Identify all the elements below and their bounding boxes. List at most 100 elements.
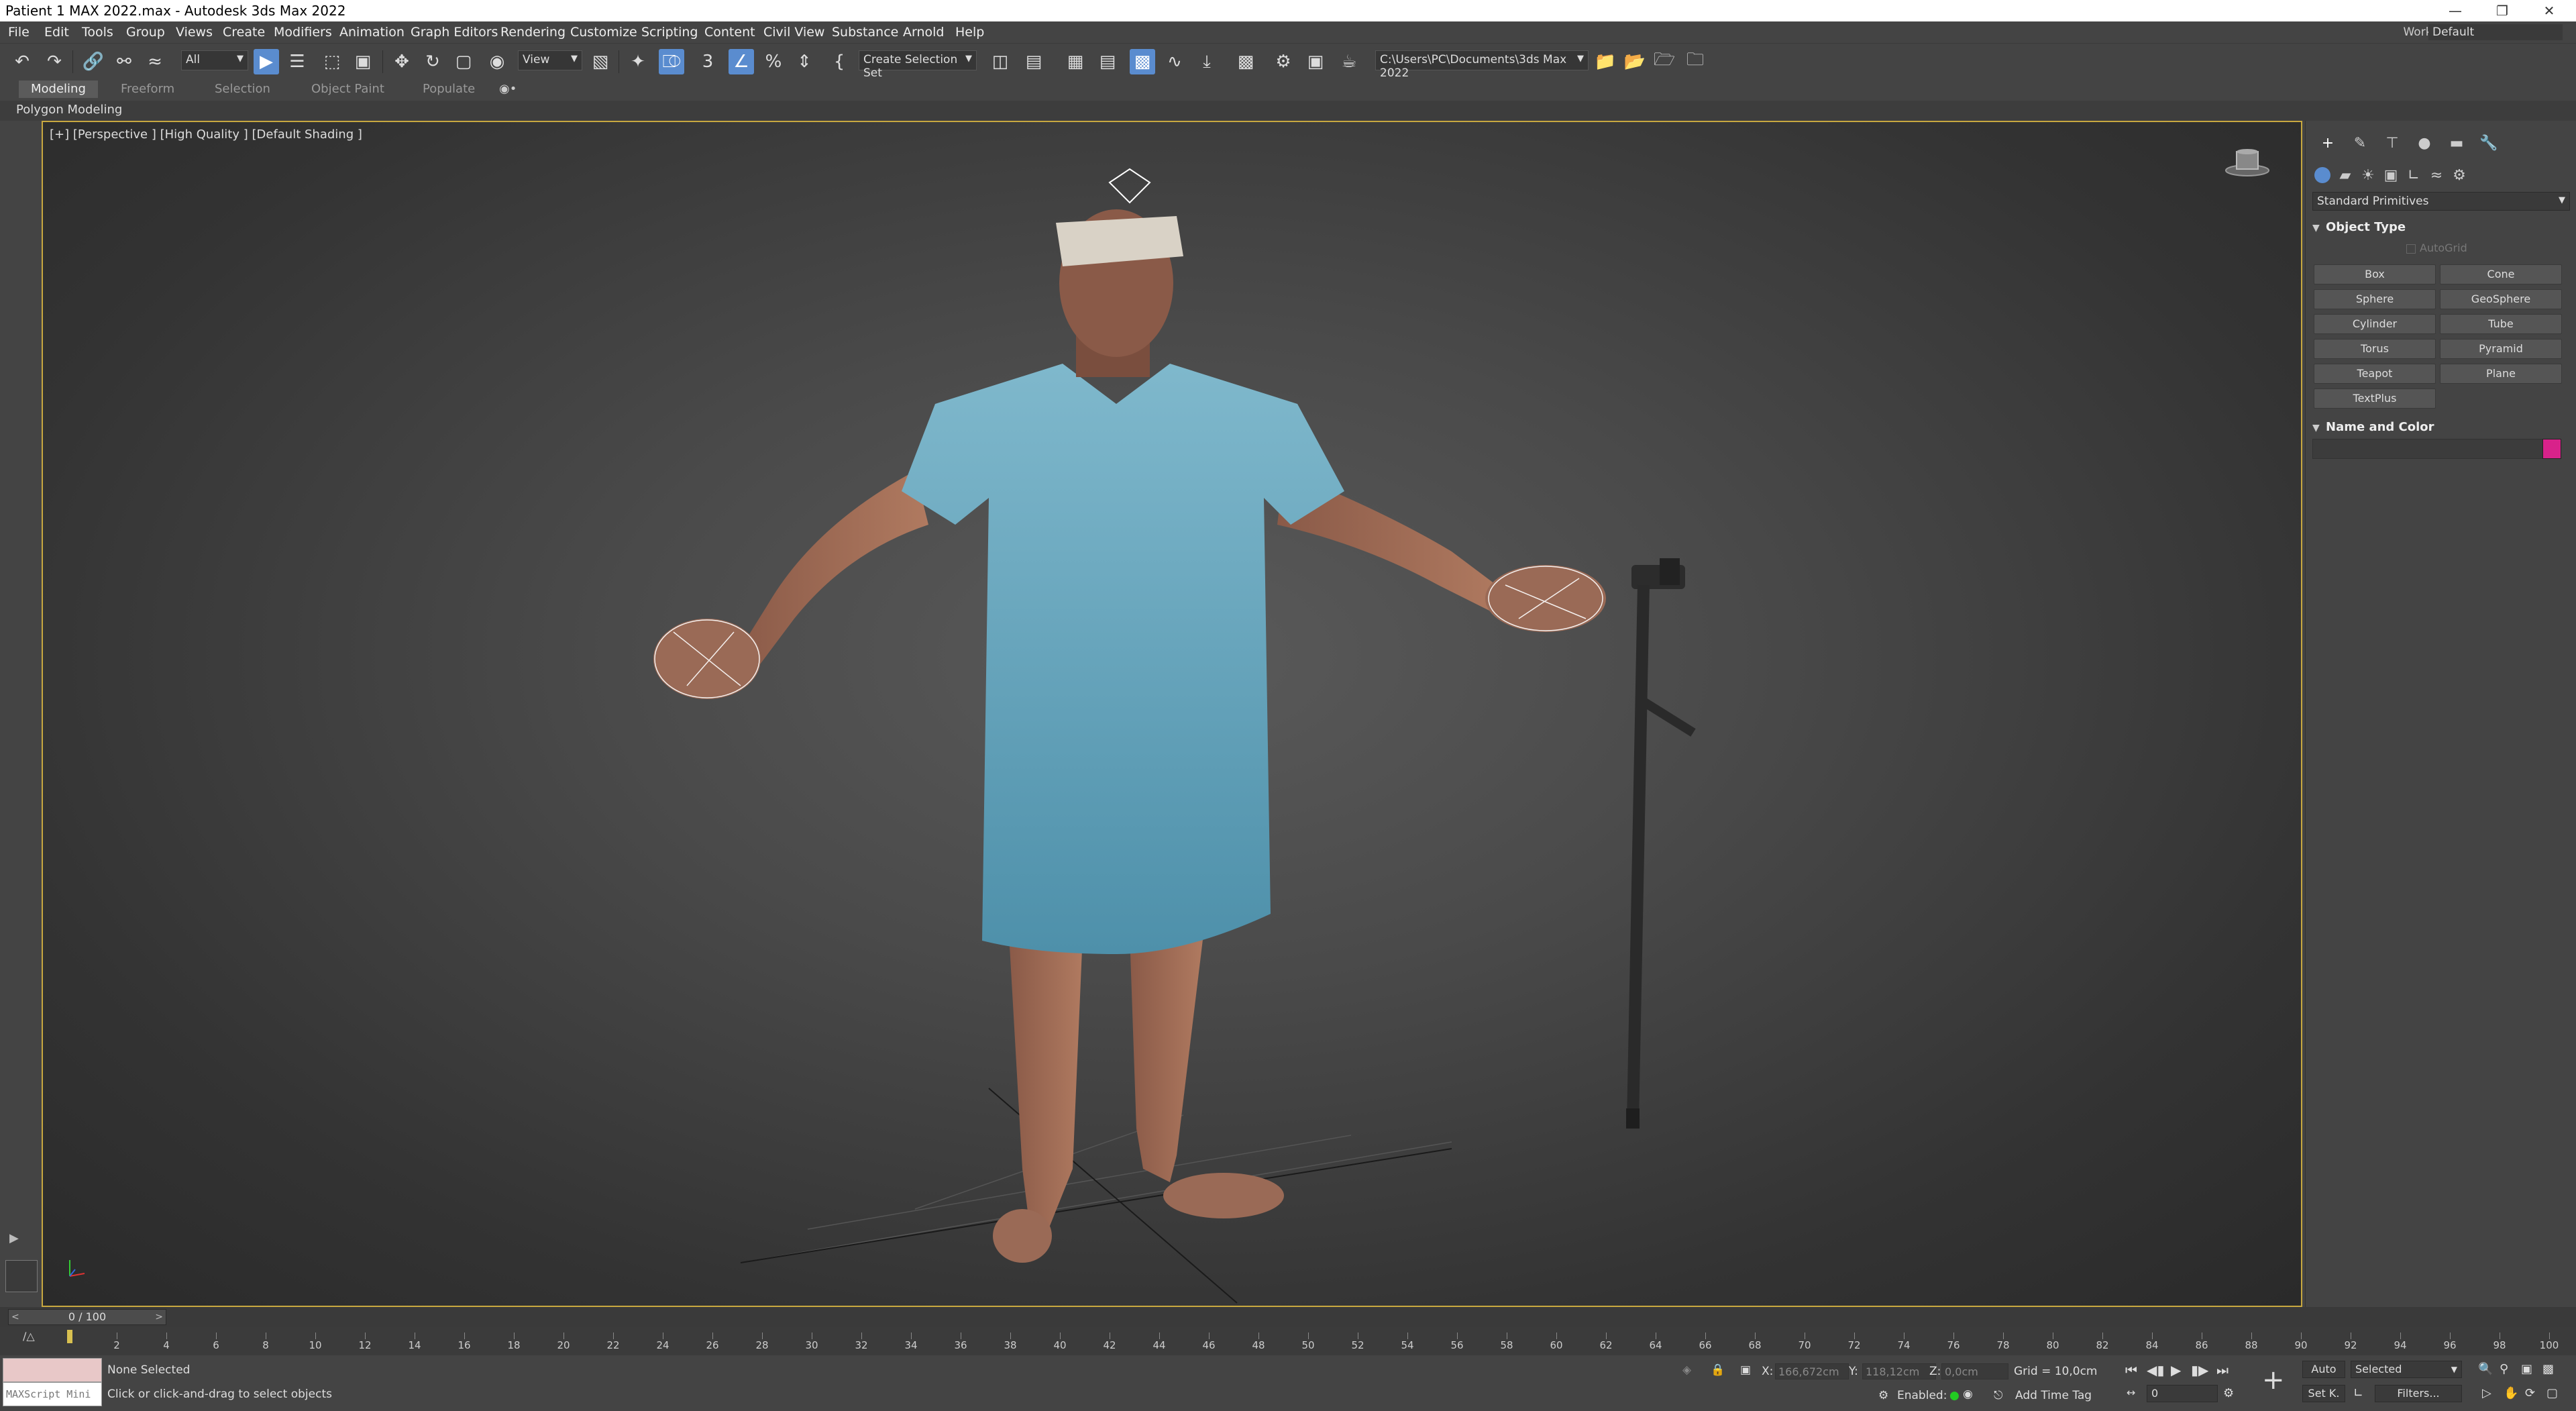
place-icon[interactable]: ◉ [484, 49, 510, 74]
isolate-icon[interactable]: ◈ [1682, 1363, 1691, 1377]
menu-views[interactable]: Views [176, 25, 213, 40]
undo-icon[interactable]: ↶ [9, 49, 35, 74]
project-path-dropdown[interactable]: C:\Users\PC\Documents\3ds Max 2022 ▼ [1375, 50, 1589, 80]
pyramid-button[interactable]: Pyramid [2440, 339, 2562, 359]
go-to-start-icon[interactable]: ⏮ [2125, 1362, 2137, 1378]
move-icon[interactable]: ✥ [389, 49, 415, 74]
time-slider[interactable]: < 0 / 100 > [0, 1307, 2576, 1327]
render-production-icon[interactable]: ☕ [1336, 49, 1362, 74]
named-selection-dropdown[interactable]: Create Selection Set ▼ [859, 50, 977, 80]
menu-rendering[interactable]: Rendering [500, 25, 566, 40]
material-editor-icon[interactable]: ▩ [1233, 49, 1258, 74]
pivot-center-icon[interactable]: ▧ [588, 49, 613, 74]
track-bar[interactable]: ∕△ 2 4 6 8 10 12 14 16 18 20 22 24 26 28 30 32 34 36 38 40 4… [0, 1327, 2576, 1355]
orbit-icon[interactable]: ⟳ [2525, 1386, 2535, 1400]
menu-customize[interactable]: Customize [570, 25, 637, 40]
track-bar-ruler[interactable]: 2 4 6 8 10 12 14 16 18 20 22 24 26 28 30 32 34 36 38 40 42 44… [67, 1327, 2563, 1351]
menu-civil-view[interactable]: Civil View [763, 25, 824, 40]
x-coordinate-field[interactable]: 166,672cm [1775, 1363, 1849, 1379]
menu-animation[interactable]: Animation [339, 25, 405, 40]
bind-space-warp-icon[interactable]: ≈ [142, 49, 168, 74]
default-in-out-tangent-icon[interactable]: ∟ [2353, 1386, 2363, 1400]
cone-button[interactable]: Cone [2440, 264, 2562, 284]
zoom-extents-icon[interactable]: ▣ [2521, 1362, 2532, 1376]
menu-edit[interactable]: Edit [44, 25, 69, 40]
toggle-ribbon-icon[interactable]: ▩ [1130, 49, 1155, 74]
textplus-button[interactable]: TextPlus [2314, 388, 2436, 409]
next-key-icon[interactable]: ▮▶ [2191, 1362, 2208, 1378]
time-configuration-icon[interactable]: ⚙ [2223, 1386, 2234, 1400]
add-time-tag[interactable]: Add Time Tag [2015, 1389, 2092, 1402]
create-tab-icon[interactable]: + [2316, 132, 2339, 154]
time-slider-thumb[interactable]: < 0 / 100 > [8, 1309, 166, 1325]
perspective-viewport[interactable]: [+] [Perspective ] [High Quality ] [Defa… [42, 121, 2302, 1307]
auto-key-button[interactable]: Auto [2302, 1361, 2345, 1378]
zoom-extents-all-icon[interactable]: ▩ [2542, 1362, 2554, 1376]
snaps-toggle-icon[interactable]: 3 [695, 49, 720, 74]
autogrid-checkbox[interactable]: AutoGrid [2406, 242, 2467, 254]
maxscript-listener[interactable]: MAXScript Mini [3, 1358, 102, 1408]
key-filters-button[interactable]: Filters... [2375, 1385, 2462, 1402]
enabled-status-icon[interactable]: ● [1949, 1389, 1960, 1402]
lights-icon[interactable]: ☀ [2357, 164, 2379, 187]
polygon-modeling-label[interactable]: Polygon Modeling [16, 103, 122, 117]
space-warps-icon[interactable]: ≈ [2425, 164, 2448, 187]
previous-key-icon[interactable]: ◀▮ [2147, 1362, 2164, 1378]
display-tab-icon[interactable]: ▬ [2445, 132, 2468, 154]
time-config-icon[interactable]: ↔ [2127, 1386, 2135, 1399]
z-coordinate-field[interactable]: 0,0cm [1941, 1363, 2008, 1379]
time-tag-icon-small[interactable]: ⎋ [1994, 1389, 2002, 1402]
select-manipulate-icon[interactable]: ✦ [625, 49, 651, 74]
rectangular-selection-icon[interactable]: ⬚ [319, 49, 345, 74]
go-to-end-icon[interactable]: ⏭ [2216, 1362, 2229, 1378]
tab-modeling[interactable]: Modeling [19, 81, 98, 98]
redo-icon[interactable]: ↷ [42, 49, 67, 74]
reference-coordinate-dropdown[interactable]: View ▼ [518, 50, 582, 70]
systems-icon[interactable]: ⚙ [2448, 164, 2471, 187]
name-and-color-rollout[interactable]: ▼ Name and Color [2312, 420, 2570, 434]
geometry-icon[interactable] [2311, 164, 2334, 187]
project-settings-icon[interactable]: 🗀 [1682, 49, 1708, 74]
zoom-icon[interactable]: 🔍 [2478, 1362, 2493, 1376]
curve-editor-toggle-icon[interactable]: ∕△ [23, 1330, 35, 1343]
object-color-swatch[interactable] [2542, 439, 2561, 459]
cameras-icon[interactable]: ▣ [2379, 164, 2402, 187]
render-setup-icon[interactable]: ⚙ [1271, 49, 1296, 74]
sphere-button[interactable]: Sphere [2314, 289, 2436, 309]
menu-file[interactable]: File [8, 25, 30, 40]
cylinder-button[interactable]: Cylinder [2314, 314, 2436, 334]
unlink-icon[interactable]: ⚯ [111, 49, 137, 74]
layer-explorer-icon[interactable]: ▤ [1095, 49, 1120, 74]
menu-group[interactable]: Group [126, 25, 165, 40]
current-frame-spinner[interactable]: 0 [2147, 1385, 2218, 1402]
previous-frame-icon[interactable]: < [11, 1310, 19, 1324]
edit-named-selection-icon[interactable]: { [826, 49, 852, 74]
tab-selection[interactable]: Selection [203, 81, 282, 98]
tab-populate[interactable]: Populate [411, 81, 487, 98]
field-of-view-icon[interactable]: ▷ [2482, 1386, 2491, 1400]
keyboard-shortcut-override-icon[interactable]: ⎄ [659, 49, 684, 74]
set-key-button[interactable]: Set K. [2302, 1385, 2345, 1402]
zoom-all-icon[interactable]: ⚲ [2500, 1362, 2508, 1376]
teapot-button[interactable]: Teapot [2314, 364, 2436, 384]
tube-button[interactable]: Tube [2440, 314, 2562, 334]
time-tag-icon[interactable]: ◉ [1963, 1388, 1973, 1401]
object-name-input[interactable] [2312, 439, 2547, 459]
select-object-icon[interactable]: ▶ [254, 49, 279, 74]
scene-explorer-icon[interactable]: ▦ [1063, 49, 1088, 74]
percent-snap-icon[interactable]: % [761, 49, 786, 74]
menu-help[interactable]: Help [955, 25, 984, 40]
play-icon[interactable]: ▶ [2171, 1362, 2181, 1378]
plane-button[interactable]: Plane [2440, 364, 2562, 384]
helpers-icon[interactable]: ∟ [2402, 164, 2425, 187]
tab-object-paint[interactable]: Object Paint [299, 81, 396, 98]
utilities-tab-icon[interactable]: 🔧 [2477, 132, 2500, 154]
open-project-icon[interactable]: 📂 [1622, 49, 1648, 74]
rendered-frame-window-icon[interactable]: ▣ [1303, 49, 1328, 74]
spinner-snap-icon[interactable]: ⇕ [792, 49, 817, 74]
maxscript-output[interactable] [3, 1358, 102, 1382]
ribbon-options-icon[interactable]: ◉• [496, 81, 519, 98]
hierarchy-tab-icon[interactable]: ⊤ [2381, 132, 2404, 154]
workspaces-dropdown[interactable]: Default [2428, 24, 2563, 40]
menu-content[interactable]: Content [704, 25, 755, 40]
